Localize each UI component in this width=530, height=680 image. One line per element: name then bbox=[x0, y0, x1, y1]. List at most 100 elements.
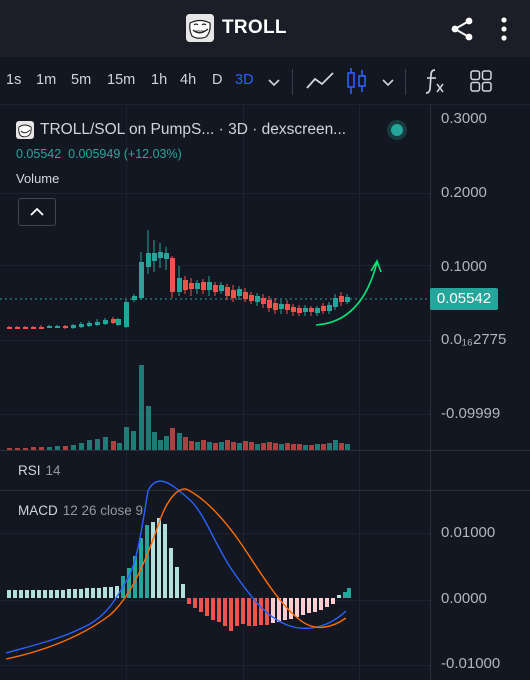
macd-hist-bar bbox=[43, 590, 47, 598]
macd-hist-bar bbox=[31, 590, 35, 598]
macd-pane-label[interactable]: MACD 12 26 close 9 bbox=[18, 503, 143, 518]
macd-scale-label: 0.0000 bbox=[441, 590, 487, 607]
candle-body bbox=[303, 308, 308, 312]
macd-hist-bar bbox=[331, 598, 335, 604]
candle-body bbox=[213, 285, 218, 292]
candle-body bbox=[207, 282, 212, 290]
macd-hist-bar bbox=[187, 598, 191, 604]
collapse-legend-button[interactable] bbox=[18, 198, 56, 226]
candle-body bbox=[279, 304, 284, 309]
macd-hist-bar bbox=[181, 584, 185, 598]
candlestick-series bbox=[7, 230, 350, 329]
macd-hist-bar bbox=[151, 522, 155, 598]
macd-hist-bar bbox=[277, 598, 281, 622]
candle-body bbox=[267, 300, 272, 308]
volume-bar bbox=[231, 442, 236, 450]
candle-body bbox=[177, 278, 182, 292]
current-price-tag: 0.05542 bbox=[430, 288, 498, 310]
macd-hist-bar bbox=[295, 598, 299, 617]
volume-bar bbox=[333, 440, 338, 450]
volume-bar bbox=[267, 442, 272, 450]
volume-bar bbox=[273, 443, 278, 450]
candle-body bbox=[158, 252, 163, 258]
candle-body bbox=[170, 258, 175, 292]
volume-bar bbox=[225, 440, 230, 450]
macd-hist-bar bbox=[301, 598, 305, 615]
candle-body bbox=[195, 283, 200, 289]
volume-bar bbox=[195, 442, 200, 450]
volume-bar bbox=[315, 444, 320, 450]
macd-hist-bar bbox=[73, 589, 77, 598]
price-label: -0.09999 bbox=[441, 405, 501, 422]
macd-hist-bar bbox=[109, 587, 113, 598]
volume-bar bbox=[279, 444, 284, 450]
candle-body bbox=[111, 319, 116, 323]
legend-title: TROLL/SOL on PumpS... · 3D · dexscreen..… bbox=[40, 121, 347, 138]
macd-hist-bar bbox=[37, 590, 41, 598]
volume-bar bbox=[170, 428, 175, 450]
candle-body bbox=[152, 253, 157, 261]
macd-hist-bar bbox=[307, 598, 311, 613]
rsi-name: RSI bbox=[18, 463, 41, 478]
volume-bar bbox=[291, 444, 296, 450]
macd-hist-bar bbox=[163, 524, 167, 598]
macd-hist-bar bbox=[7, 590, 11, 598]
macd-hist-bar bbox=[319, 598, 323, 610]
volume-bar bbox=[237, 443, 242, 450]
macd-hist-bar bbox=[67, 589, 71, 598]
macd-hist-bar bbox=[223, 598, 227, 626]
candle-body bbox=[183, 280, 188, 290]
macd-hist-bar bbox=[157, 518, 161, 598]
volume-bar bbox=[321, 444, 326, 450]
candle-body bbox=[255, 296, 260, 302]
volume-bar bbox=[207, 442, 212, 450]
volume-bar bbox=[164, 436, 169, 450]
macd-hist-bar bbox=[25, 590, 29, 598]
volume-bar bbox=[124, 427, 129, 450]
volume-bar bbox=[158, 440, 163, 450]
macd-params: 12 26 close 9 bbox=[62, 503, 144, 518]
macd-histogram bbox=[7, 518, 351, 631]
volume-bar bbox=[243, 441, 248, 450]
candle-body bbox=[31, 327, 36, 329]
volume-bar bbox=[219, 442, 224, 450]
macd-hist-bar bbox=[103, 587, 107, 598]
volume-bar bbox=[309, 445, 314, 450]
candle-body bbox=[79, 324, 84, 327]
volume-bar bbox=[255, 444, 260, 450]
volume-bar bbox=[303, 445, 308, 450]
macd-hist-bar bbox=[229, 598, 233, 631]
chart-legend[interactable]: TROLL/SOL on PumpS... · 3D · dexscreen..… bbox=[16, 121, 346, 139]
volume-bar bbox=[327, 443, 332, 450]
macd-hist-bar bbox=[145, 525, 149, 598]
macd-hist-bar bbox=[289, 598, 293, 619]
price-label: 0.0₁₆2775 bbox=[441, 331, 507, 348]
macd-scale-label: -0.01000 bbox=[441, 655, 501, 672]
candle-body bbox=[291, 307, 296, 312]
macd-hist-bar bbox=[271, 598, 275, 623]
macd-hist-bar bbox=[325, 598, 329, 607]
candle-body bbox=[315, 308, 320, 313]
macd-hist-bar bbox=[347, 588, 351, 598]
chevron-up-icon bbox=[30, 207, 44, 216]
volume-bar bbox=[23, 448, 28, 450]
macd-hist-bar bbox=[55, 590, 59, 598]
candle-body bbox=[71, 325, 76, 328]
macd-hist-bar bbox=[61, 590, 65, 598]
macd-hist-bar bbox=[337, 595, 341, 598]
volume-bar bbox=[249, 442, 254, 450]
volume-bar bbox=[177, 433, 182, 450]
candle-body bbox=[189, 283, 194, 289]
candle-body bbox=[87, 323, 92, 326]
rsi-pane-label[interactable]: RSI 14 bbox=[18, 463, 61, 478]
volume-bar bbox=[71, 445, 76, 450]
volume-bar bbox=[15, 448, 20, 450]
candle-body bbox=[15, 327, 20, 329]
candle-body bbox=[261, 298, 266, 304]
macd-hist-bar bbox=[193, 598, 197, 608]
macd-hist-bar bbox=[91, 588, 95, 598]
macd-hist-bar bbox=[217, 598, 221, 622]
macd-hist-bar bbox=[241, 598, 245, 624]
volume-bar bbox=[297, 444, 302, 450]
candle-body bbox=[219, 285, 224, 291]
